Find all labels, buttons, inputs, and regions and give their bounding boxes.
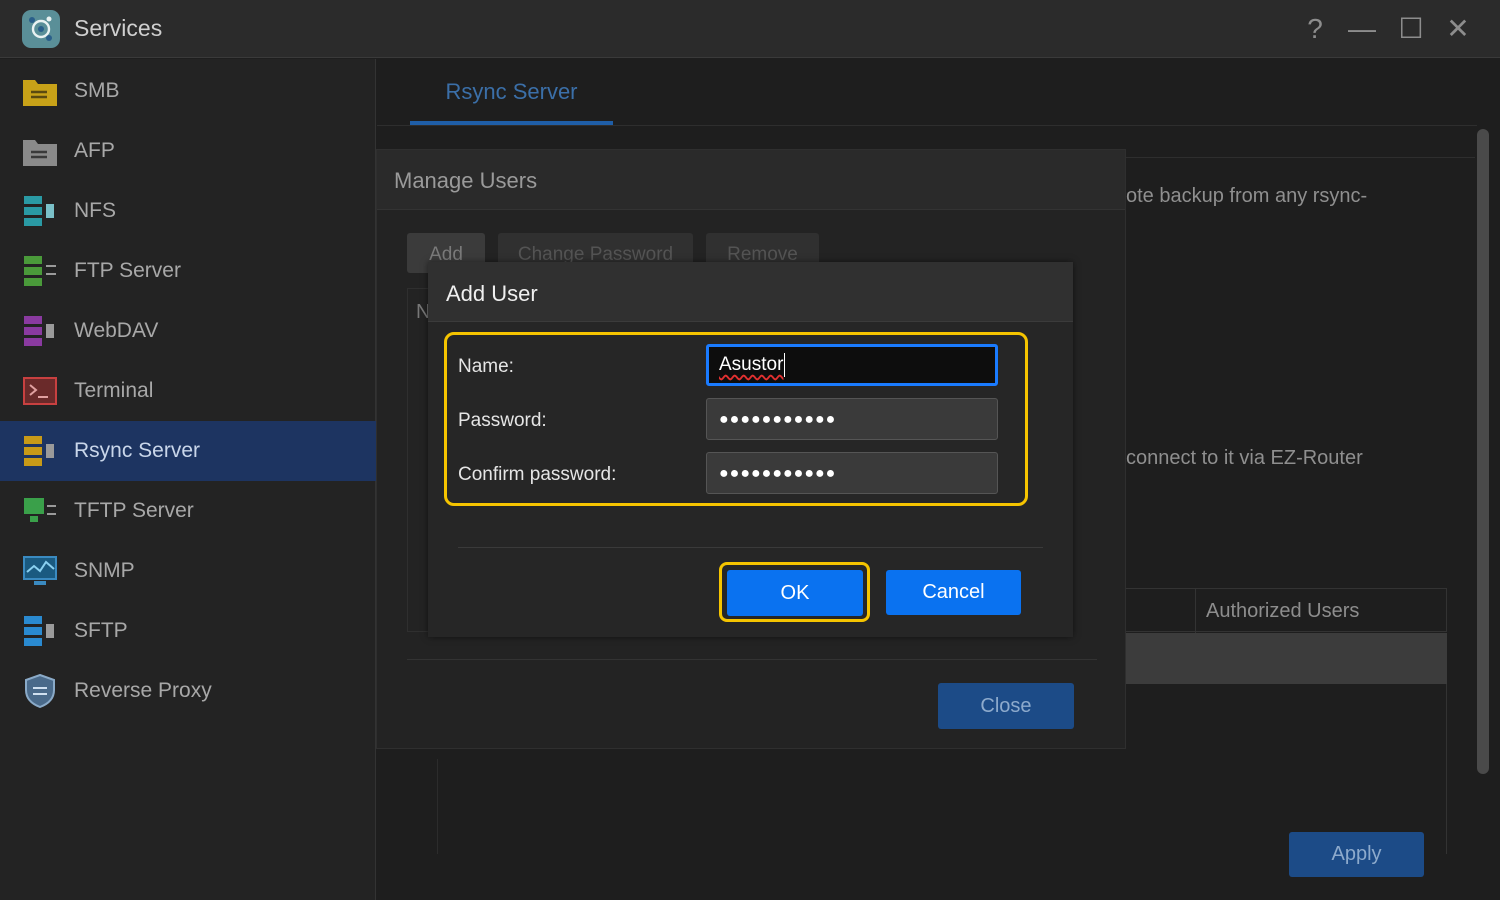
sidebar-item-ftp-server[interactable]: FTP Server — [0, 241, 376, 301]
close-icon[interactable]: ✕ — [1443, 14, 1473, 44]
sidebar-item-reverse-proxy[interactable]: Reverse Proxy — [0, 661, 376, 721]
dialog-title: Manage Users — [394, 168, 538, 193]
sidebar-item-sftp[interactable]: SFTP — [0, 601, 376, 661]
sidebar-item-smb[interactable]: SMB — [0, 61, 376, 121]
sidebar-item-label: WebDAV — [74, 319, 159, 342]
sidebar-item-afp[interactable]: AFP — [0, 121, 376, 181]
help-icon[interactable]: ? — [1300, 14, 1330, 44]
name-label: Name: — [458, 356, 514, 377]
ftp-server-icon — [24, 256, 56, 286]
close-button[interactable]: Close — [938, 683, 1074, 729]
sidebar-item-terminal[interactable]: Terminal — [0, 361, 376, 421]
sidebar-item-label: Rsync Server — [74, 439, 201, 462]
text-caret — [784, 352, 786, 377]
webdav-server-icon — [24, 316, 54, 346]
table-border — [437, 759, 438, 854]
table-header: Authorized Users — [1125, 588, 1447, 633]
afp-folder-icon — [23, 140, 57, 166]
maximize-icon[interactable]: ☐ — [1396, 14, 1426, 44]
sidebar-item-snmp[interactable]: SNMP — [0, 541, 376, 601]
sidebar-item-rsync-server[interactable]: Rsync Server — [0, 421, 376, 481]
password-field[interactable]: ●●●●●●●●●●● — [706, 398, 998, 440]
name-value: Asustor — [719, 354, 784, 375]
sidebar-item-label: NFS — [74, 199, 116, 222]
column-separator — [1195, 589, 1196, 633]
sidebar-item-label: Reverse Proxy — [74, 679, 212, 702]
tftp-server-icon — [24, 498, 56, 522]
services-app-icon — [22, 10, 60, 48]
sftp-server-icon — [24, 616, 54, 646]
minimize-icon[interactable]: — — [1347, 14, 1377, 44]
dialog-title: Add User — [446, 281, 538, 306]
divider — [407, 659, 1097, 660]
password-label: Password: — [458, 410, 547, 431]
confirm-password-value: ●●●●●●●●●●● — [719, 465, 837, 482]
sidebar-item-nfs[interactable]: NFS — [0, 181, 376, 241]
name-field[interactable]: Asustor — [706, 344, 998, 386]
reverse-proxy-shield-icon — [25, 674, 55, 708]
dialog-header: Add User — [428, 262, 1073, 322]
divider — [1125, 157, 1475, 158]
table-row[interactable] — [1125, 633, 1447, 684]
tab-label: Rsync Server — [445, 79, 578, 104]
snmp-monitor-icon — [23, 556, 57, 585]
add-user-dialog: Add User Name: Asustor Password: ●●●●●●●… — [428, 262, 1073, 637]
sidebar-item-label: FTP Server — [74, 259, 181, 282]
sidebar-item-label: SFTP — [74, 619, 128, 642]
table-border — [1446, 684, 1447, 854]
window-title: Services — [74, 15, 163, 41]
scrollbar[interactable] — [1477, 129, 1489, 774]
authorized-users-header: Authorized Users — [1206, 600, 1360, 622]
ok-button[interactable]: OK — [727, 570, 863, 616]
description-text: ote backup from any rsync- — [1126, 185, 1368, 207]
cancel-button[interactable]: Cancel — [886, 570, 1021, 615]
dialog-header: Manage Users — [377, 150, 1125, 210]
divider — [458, 547, 1043, 548]
confirm-password-label: Confirm password: — [458, 464, 617, 485]
ez-router-text: connect to it via EZ-Router — [1126, 447, 1363, 469]
rsync-server-icon — [24, 436, 54, 466]
sidebar-item-label: AFP — [74, 139, 115, 162]
sidebar-item-label: Terminal — [74, 379, 154, 402]
title-bar: Services ? — ☐ ✕ — [0, 0, 1500, 58]
sidebar: SMB AFP NFS FTP Server WebDAV Terminal R… — [0, 59, 376, 900]
nfs-server-icon — [24, 196, 54, 226]
sidebar-item-label: SNMP — [74, 559, 135, 582]
password-value: ●●●●●●●●●●● — [719, 411, 837, 428]
sidebar-item-webdav[interactable]: WebDAV — [0, 301, 376, 361]
sidebar-item-label: TFTP Server — [74, 499, 194, 522]
sidebar-item-tftp-server[interactable]: TFTP Server — [0, 481, 376, 541]
sidebar-item-label: SMB — [74, 79, 120, 102]
tab-divider — [377, 125, 1477, 126]
apply-button[interactable]: Apply — [1289, 832, 1424, 877]
confirm-password-field[interactable]: ●●●●●●●●●●● — [706, 452, 998, 494]
tab-rsync-server[interactable]: Rsync Server — [410, 59, 613, 125]
smb-folder-icon — [23, 80, 57, 106]
terminal-icon — [23, 377, 57, 405]
